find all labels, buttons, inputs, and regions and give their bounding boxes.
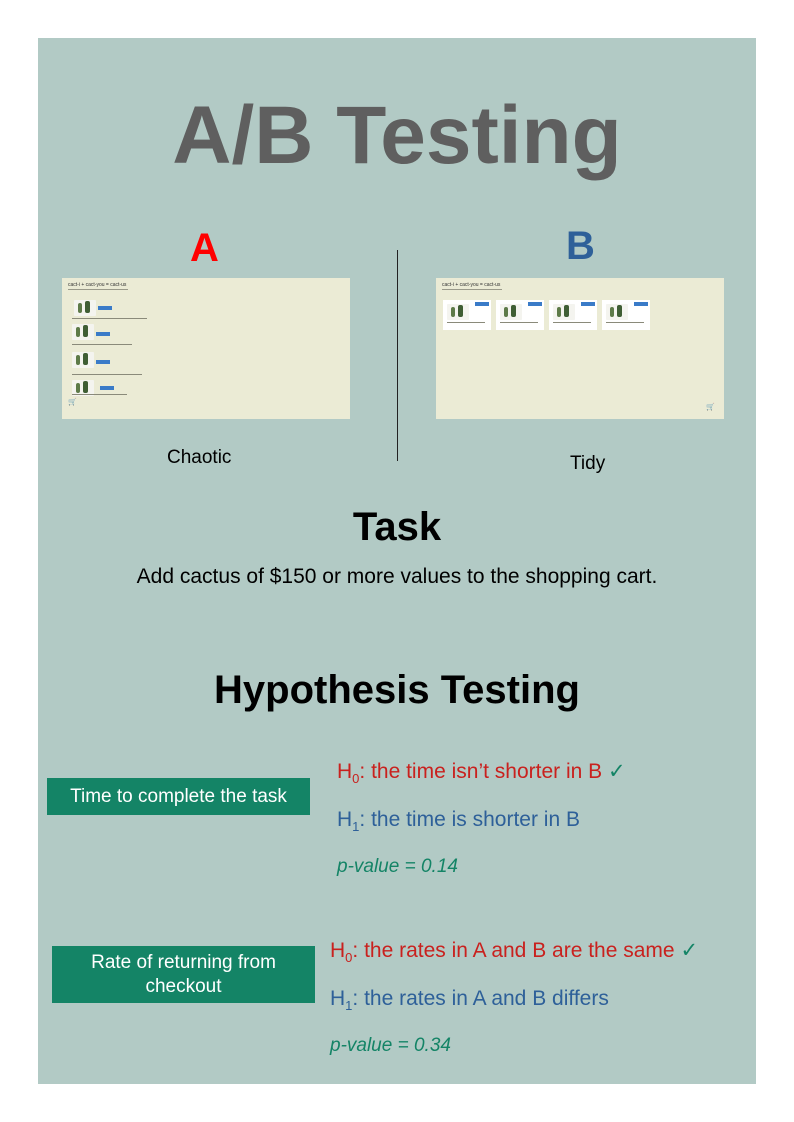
variant-b-screenshot: cact-i + cact-you = cact-us 🛒: [436, 278, 724, 419]
add-to-cart-button: [528, 302, 542, 306]
product-card: [602, 300, 650, 330]
add-to-cart-button: [96, 332, 110, 336]
shopping-cart-icon: 🛒: [68, 399, 77, 406]
product-description: [447, 322, 485, 323]
h0-symbol: H: [337, 760, 353, 783]
h1-text: : the rates in A and B differs: [352, 987, 609, 1010]
variant-a-screenshot: cact-i + cact-you = cact-us 🛒: [62, 278, 350, 419]
h0-text: : the rates in A and B are the same: [352, 939, 675, 962]
mock-subtitle: [442, 289, 502, 290]
cactus-thumbnail: [72, 352, 94, 368]
variant-b-caption: Tidy: [570, 453, 606, 474]
hypothesis-heading: Hypothesis Testing: [214, 668, 580, 712]
alt-hypothesis-time: H1: the time is shorter in B: [337, 808, 580, 834]
product-description: [500, 322, 538, 323]
product-description: [72, 374, 142, 375]
cactus-thumbnail: [553, 304, 575, 320]
add-to-cart-button: [96, 360, 110, 364]
product-description: [553, 322, 591, 323]
cactus-thumbnail: [606, 304, 628, 320]
add-to-cart-button: [98, 306, 112, 310]
add-to-cart-button: [634, 302, 648, 306]
metric-return-rate-box: Rate of returning from checkout: [52, 946, 315, 1003]
alt-hypothesis-rate: H1: the rates in A and B differs: [330, 987, 609, 1013]
add-to-cart-button: [475, 302, 489, 306]
null-hypothesis-rate: H0: the rates in A and B are the same ✓: [330, 938, 698, 965]
product-description: [72, 394, 127, 395]
cactus-thumbnail: [74, 300, 96, 316]
poster-title: A/B Testing: [172, 90, 622, 181]
product-description: [72, 318, 147, 319]
product-description: [606, 322, 644, 323]
check-icon: ✓: [608, 760, 626, 783]
product-card: [549, 300, 597, 330]
cactus-thumbnail: [500, 304, 522, 320]
mock-subtitle: [68, 289, 128, 290]
add-to-cart-button: [100, 386, 114, 390]
product-description: [72, 344, 132, 345]
check-icon: ✓: [680, 939, 699, 962]
variant-b-label: B: [566, 224, 595, 268]
h1-text: : the time is shorter in B: [359, 808, 580, 831]
metric-label: Rate of returning from checkout: [91, 951, 276, 997]
poster-panel: [38, 38, 756, 1084]
variant-divider: [397, 250, 398, 461]
product-card: [496, 300, 544, 330]
task-description: Add cactus of $150 or more values to the…: [136, 565, 658, 588]
h1-symbol: H: [337, 808, 353, 831]
h0-text: : the time isn’t shorter in B: [359, 760, 603, 783]
h0-symbol: H: [330, 939, 346, 962]
mock-header: cact-i + cact-you = cact-us: [68, 282, 127, 288]
mock-header: cact-i + cact-you = cact-us: [442, 282, 501, 288]
variant-a-label: A: [190, 226, 219, 270]
product-card: [443, 300, 491, 330]
metric-label: Time to complete the task: [70, 785, 287, 807]
cactus-thumbnail: [447, 304, 469, 320]
p-value-time: p-value = 0.14: [337, 856, 458, 877]
shopping-cart-icon: 🛒: [706, 404, 715, 411]
task-heading: Task: [352, 505, 442, 549]
p-value-rate: p-value = 0.34: [330, 1035, 451, 1056]
add-to-cart-button: [581, 302, 595, 306]
variant-a-caption: Chaotic: [167, 447, 232, 468]
h1-symbol: H: [330, 987, 346, 1010]
null-hypothesis-time: H0: the time isn’t shorter in B ✓: [337, 759, 626, 786]
cactus-thumbnail: [72, 324, 94, 340]
metric-time-box: Time to complete the task: [47, 778, 310, 815]
